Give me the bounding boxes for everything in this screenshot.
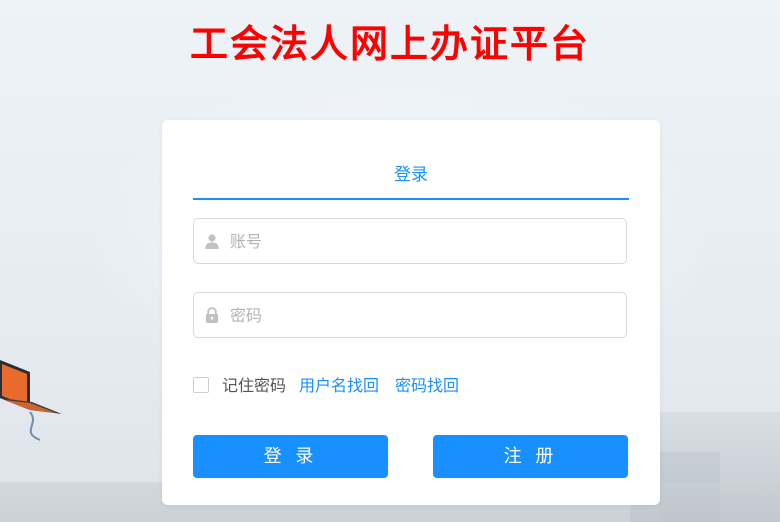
register-button[interactable]: 注 册	[433, 435, 628, 478]
login-tab-bar: 登录	[193, 158, 629, 202]
lock-icon	[206, 307, 218, 323]
tab-active-indicator	[193, 198, 629, 200]
forgot-password-link[interactable]: 密码找回	[395, 374, 459, 398]
tab-login[interactable]: 登录	[193, 158, 629, 198]
remember-password-checkbox[interactable]	[193, 377, 209, 393]
login-options-row: 记住密码 用户名找回 密码找回	[193, 374, 629, 398]
login-button[interactable]: 登 录	[193, 435, 388, 478]
user-icon	[205, 234, 219, 249]
remember-password-label: 记住密码	[222, 376, 287, 395]
account-input[interactable]	[230, 219, 620, 263]
account-field[interactable]	[193, 218, 627, 264]
laptop-illustration	[0, 360, 62, 441]
login-card: 登录 记住密码 用户名找回 密码找回 登 录 注 册	[162, 120, 660, 505]
password-field[interactable]	[193, 292, 627, 338]
page-title: 工会法人网上办证平台	[189, 22, 590, 66]
password-input[interactable]	[230, 293, 620, 337]
forgot-username-link[interactable]: 用户名找回	[299, 374, 379, 398]
